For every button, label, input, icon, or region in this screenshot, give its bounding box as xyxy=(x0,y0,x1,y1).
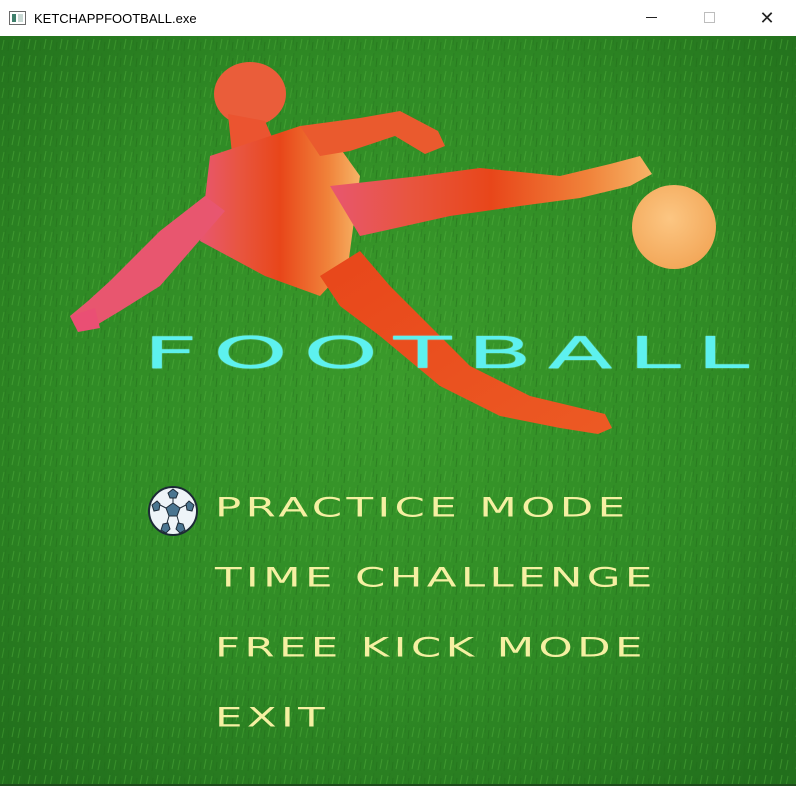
menu-item-free-kick-mode[interactable]: FREE KICK MODE xyxy=(215,635,647,662)
menu-item-practice-mode[interactable]: PRACTICE MODE xyxy=(215,495,629,522)
game-window: KETCHAPPFOOTBALL.exe ✕ FOOTBALL PRACTICE… xyxy=(0,0,796,786)
title-bar[interactable]: KETCHAPPFOOTBALL.exe ✕ xyxy=(0,0,796,36)
window-title: KETCHAPPFOOTBALL.exe xyxy=(34,10,197,26)
maximize-icon[interactable] xyxy=(680,0,738,36)
game-canvas[interactable]: FOOTBALL PRACTICE MODE TIME CHALLENGE FR… xyxy=(0,36,796,786)
close-icon: ✕ xyxy=(759,7,775,29)
minimize-icon[interactable] xyxy=(622,0,680,36)
menu-item-time-challenge[interactable]: TIME CHALLENGE xyxy=(215,565,657,592)
game-logo: FOOTBALL xyxy=(143,328,765,379)
window-controls: ✕ xyxy=(622,0,796,36)
close-button[interactable]: ✕ xyxy=(738,0,796,36)
soccer-ball-icon xyxy=(148,486,198,536)
grass-background xyxy=(0,36,796,786)
app-icon xyxy=(9,11,26,25)
menu-item-exit[interactable]: EXIT xyxy=(215,705,329,732)
ball-icon xyxy=(632,185,716,269)
